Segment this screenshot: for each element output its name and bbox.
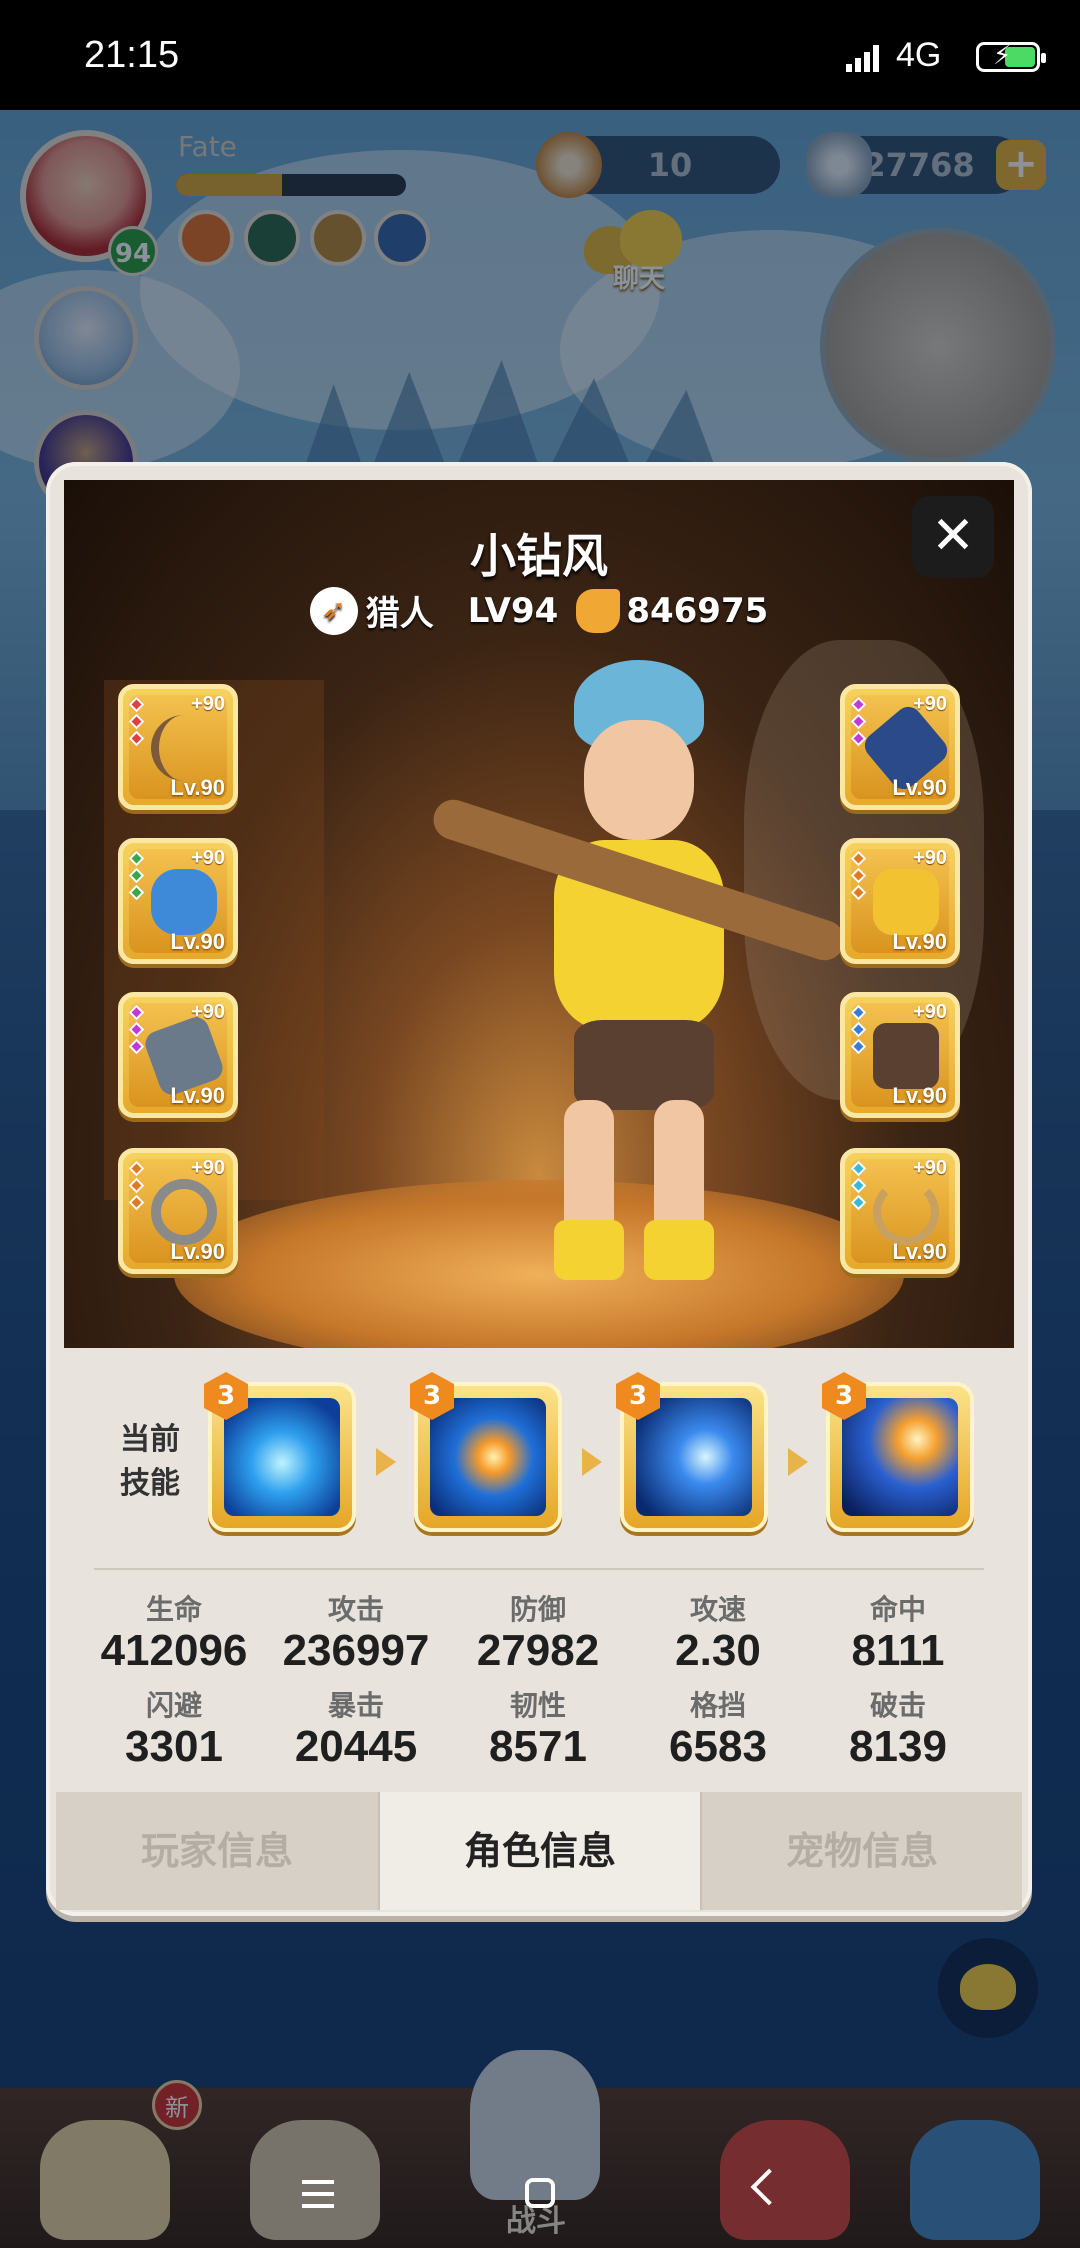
equip-slot-weapon[interactable]: +90 Lv.90 xyxy=(118,684,238,810)
gem-sockets xyxy=(128,1004,145,1058)
stat-dodge: 闪避 3301 xyxy=(125,1689,223,1771)
equip-level: Lv.90 xyxy=(170,1239,225,1264)
stat-hit: 命中 8111 xyxy=(851,1593,945,1675)
equip-plus: +90 xyxy=(191,847,225,869)
armor-icon xyxy=(873,869,939,935)
equip-slot-pet[interactable]: +90 Lv.90 xyxy=(118,838,238,964)
equip-plus: +90 xyxy=(191,693,225,715)
character-class: 猎人 xyxy=(365,594,434,634)
equip-slot-armor[interactable]: +90 Lv.90 xyxy=(840,838,960,964)
skill-arrow xyxy=(582,1448,602,1476)
gem-sockets xyxy=(128,1160,145,1214)
signal-icon xyxy=(846,44,886,72)
stat-hp: 生命 412096 xyxy=(100,1593,248,1675)
stat-crit: 暴击 20445 xyxy=(294,1689,418,1771)
skill-slot-1[interactable]: 3 xyxy=(204,1372,356,1532)
equip-plus: +90 xyxy=(191,1157,225,1179)
home-icon[interactable] xyxy=(525,2178,555,2208)
equip-slot-claw[interactable]: +90 Lv.90 xyxy=(118,992,238,1118)
tab-character-info[interactable]: 角色信息 xyxy=(378,1792,702,1910)
equip-slot-arm-guard[interactable]: +90 Lv.90 xyxy=(840,684,960,810)
stat-penetration: 破击 8139 xyxy=(849,1689,947,1771)
equip-level: Lv.90 xyxy=(892,1239,947,1264)
tab-pet-info[interactable]: 宠物信息 xyxy=(702,1792,1022,1910)
pet-blue-icon xyxy=(151,869,217,935)
equip-level: Lv.90 xyxy=(892,929,947,954)
hunter-class-icon: ➶ xyxy=(309,586,358,635)
stat-attack: 攻击 236997 xyxy=(282,1593,430,1675)
gem-sockets xyxy=(128,696,145,750)
stat-block: 格挡 6583 xyxy=(669,1689,767,1771)
skill-icon xyxy=(224,1398,340,1516)
necklace-icon xyxy=(873,1179,939,1245)
character-power: 846975 xyxy=(626,590,769,631)
gem-sockets xyxy=(850,1160,867,1214)
divider xyxy=(94,1568,984,1570)
status-bar: 21:15 4G ⚡ xyxy=(0,0,1080,110)
stat-toughness: 韧性 8571 xyxy=(489,1689,587,1771)
character-model[interactable] xyxy=(428,660,850,1300)
character-name: 小钻风 xyxy=(470,529,608,583)
equip-slot-boots[interactable]: +90 Lv.90 xyxy=(840,992,960,1118)
equip-plus: +90 xyxy=(913,1001,947,1023)
status-time: 21:15 xyxy=(84,34,180,76)
equip-level: Lv.90 xyxy=(892,775,947,800)
equip-slot-necklace[interactable]: +90 Lv.90 xyxy=(840,1148,960,1274)
gem-sockets xyxy=(850,1004,867,1058)
equip-level: Lv.90 xyxy=(170,775,225,800)
current-skills-label: 当前 技能 xyxy=(120,1422,180,1501)
equip-plus: +90 xyxy=(191,1001,225,1023)
info-tabs: 玩家信息 角色信息 宠物信息 xyxy=(56,1792,1022,1910)
network-type: 4G xyxy=(896,36,942,74)
menu-icon[interactable] xyxy=(286,2162,350,2226)
stat-defense: 防御 27982 xyxy=(476,1593,600,1675)
skill-slot-3[interactable]: 3 xyxy=(616,1372,768,1532)
equip-slot-ring[interactable]: +90 Lv.90 xyxy=(118,1148,238,1274)
equip-level: Lv.90 xyxy=(170,1083,225,1108)
skill-slot-2[interactable]: 3 xyxy=(410,1372,562,1532)
skill-arrow xyxy=(788,1448,808,1476)
skill-icon xyxy=(430,1398,546,1516)
character-info-dialog: ✕ 小钻风 ➶ 猎人 LV94 846975 +90 Lv.90 +90 Lv.90 … xyxy=(46,462,1032,1916)
bow-icon xyxy=(151,715,217,781)
equip-level: Lv.90 xyxy=(170,929,225,954)
character-summary: ➶ 猎人 LV94 846975 xyxy=(46,586,1032,635)
stat-attack-speed: 攻速 2.30 xyxy=(675,1593,761,1675)
tab-player-info[interactable]: 玩家信息 xyxy=(56,1792,378,1910)
equip-plus: +90 xyxy=(913,693,947,715)
equip-plus: +90 xyxy=(913,1157,947,1179)
gem-sockets xyxy=(128,850,145,904)
skill-arrow xyxy=(376,1448,396,1476)
character-level: LV94 xyxy=(467,590,559,631)
equip-plus: +90 xyxy=(913,847,947,869)
skill-slot-4[interactable]: 3 xyxy=(822,1372,974,1532)
boots-icon xyxy=(873,1023,939,1089)
gem-sockets xyxy=(850,850,867,904)
system-nav-bar xyxy=(0,2140,1080,2248)
battery-icon: ⚡ xyxy=(976,41,1046,72)
equip-level: Lv.90 xyxy=(892,1083,947,1108)
skill-icon xyxy=(842,1398,958,1516)
back-icon[interactable] xyxy=(750,2168,788,2206)
gem-sockets xyxy=(850,696,867,750)
ring-icon xyxy=(151,1179,217,1245)
skill-icon xyxy=(636,1398,752,1516)
power-icon xyxy=(576,588,621,633)
